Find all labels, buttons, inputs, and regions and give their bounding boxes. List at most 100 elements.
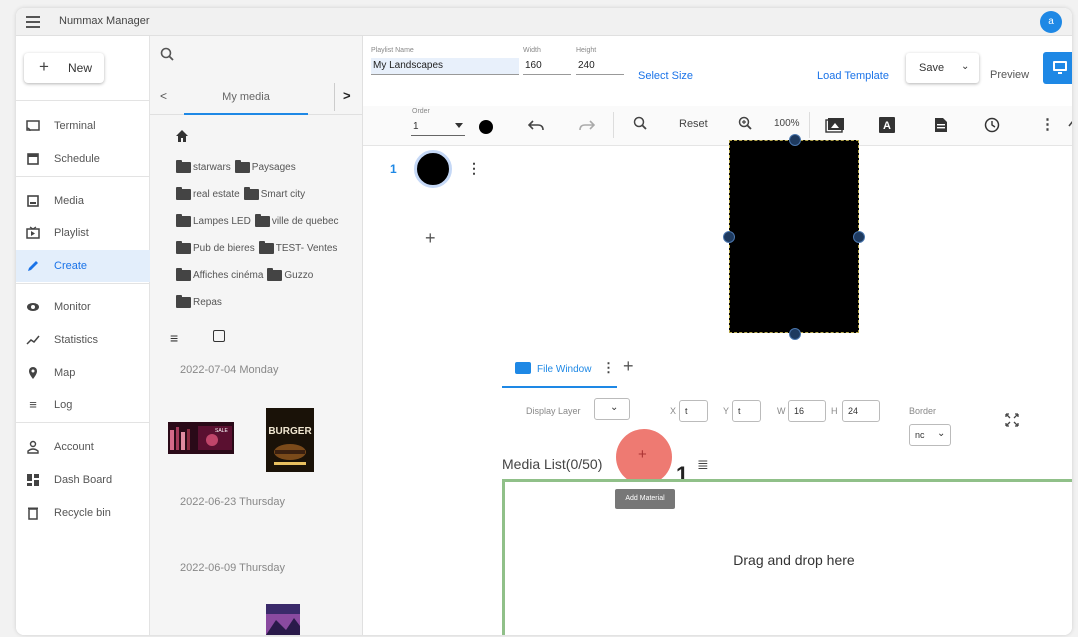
folder-icon	[267, 268, 283, 281]
width-input[interactable]: 160	[523, 58, 571, 75]
more-vertical-icon[interactable]: ⋮	[602, 360, 615, 376]
layer-menu-icon[interactable]: ⋮	[467, 160, 481, 177]
playlist-name-label: Playlist Name	[371, 47, 414, 54]
sidebar-item-statistics[interactable]: Statistics	[16, 324, 150, 356]
top-bar: Nummax Manager a	[16, 8, 1072, 36]
zoom-out-icon[interactable]	[633, 116, 647, 133]
add-material-button[interactable]: +	[616, 429, 672, 485]
folder-item[interactable]: ville de quebec	[254, 214, 339, 227]
tab-my-media[interactable]: My media	[184, 79, 308, 115]
h-input[interactable]: 24	[842, 400, 880, 422]
divider	[334, 83, 335, 111]
resize-handle[interactable]	[853, 231, 865, 243]
tab-file-window[interactable]: File Window ⋮	[502, 350, 617, 388]
clock-icon[interactable]	[984, 117, 1000, 136]
border-select[interactable]: nc ⌄	[909, 424, 951, 446]
media-panel: < My media > starwars Paysages real esta…	[150, 36, 363, 635]
media-thumbnail[interactable]	[266, 604, 300, 635]
chevron-down-icon[interactable]: ⌄	[961, 61, 969, 72]
folder-icon	[176, 295, 191, 308]
add-material-tooltip: Add Material	[615, 489, 675, 509]
monitor-icon	[1053, 61, 1067, 74]
folder-item[interactable]: Pub de bieres	[176, 241, 255, 254]
sidebar-item-map[interactable]: Map	[16, 357, 150, 389]
sidebar-item-playlist[interactable]: Playlist	[16, 217, 150, 249]
sidebar-item-log[interactable]: ≡ Log	[16, 389, 150, 421]
image-icon[interactable]	[825, 117, 845, 136]
load-template-button[interactable]: Load Template	[817, 70, 889, 82]
pencil-icon	[26, 259, 40, 273]
folder-item[interactable]: Smart city	[243, 187, 305, 200]
sidebar-item-monitor[interactable]: Monitor	[16, 291, 150, 323]
color-picker[interactable]	[479, 120, 493, 134]
add-layer-icon[interactable]: +	[425, 228, 436, 249]
chevron-left-icon[interactable]: <	[160, 89, 167, 103]
sidebar-item-create[interactable]: Create	[16, 250, 150, 282]
search-icon[interactable]	[160, 47, 174, 64]
media-dropzone[interactable]: Drag and drop here	[502, 479, 1072, 635]
hamburger-menu-icon[interactable]	[26, 16, 40, 28]
folder-icon	[176, 214, 191, 227]
folder-item[interactable]: Lampes LED	[176, 214, 251, 227]
avatar[interactable]: a	[1040, 11, 1062, 33]
undo-icon[interactable]	[527, 118, 544, 135]
height-input[interactable]: 240	[576, 58, 624, 75]
sidebar-nav: + New Terminal Schedule Media Playlist C…	[16, 36, 150, 635]
preview-button[interactable]: Preview	[990, 69, 1029, 81]
sidebar-item-label: Recycle bin	[54, 507, 111, 519]
add-window-icon[interactable]: +	[623, 356, 634, 377]
sidebar-item-recycle-bin[interactable]: Recycle bin	[16, 497, 150, 529]
fullscreen-icon[interactable]	[1005, 413, 1019, 430]
resize-handle[interactable]	[789, 134, 801, 146]
dropdown-arrow-icon	[455, 123, 463, 128]
folder-item[interactable]: real estate	[176, 187, 240, 200]
monitor-button[interactable]	[1043, 52, 1072, 84]
folder-label: Repas	[193, 297, 222, 308]
redo-icon[interactable]	[579, 118, 596, 135]
media-list-title: Media List(0/50)	[502, 456, 603, 472]
order-select[interactable]: 1	[411, 120, 465, 136]
zoom-in-icon[interactable]	[738, 116, 752, 133]
display-layer-select[interactable]: ⌄	[594, 398, 630, 420]
media-thumbnail[interactable]: BURGER	[266, 408, 314, 472]
display-layer-label: Display Layer	[526, 406, 581, 416]
folder-item[interactable]: Paysages	[234, 160, 296, 173]
folder-item[interactable]: Repas	[176, 295, 222, 308]
folder-item[interactable]: Guzzo	[267, 268, 313, 281]
chevron-up-icon[interactable]	[1068, 118, 1072, 130]
design-canvas[interactable]	[723, 134, 865, 340]
folder-item[interactable]: starwars	[176, 160, 231, 173]
reset-button[interactable]: Reset	[679, 118, 708, 130]
folder-item[interactable]: Affiches cinéma	[176, 268, 263, 281]
x-input[interactable]: t	[679, 400, 708, 422]
save-button[interactable]: Save ⌄	[906, 53, 979, 83]
sidebar-item-media[interactable]: Media	[16, 185, 150, 217]
list-view-icon[interactable]: ≡	[170, 330, 178, 346]
dropzone-text: Drag and drop here	[733, 552, 855, 568]
folder-icon	[176, 241, 191, 254]
new-button[interactable]: + New	[24, 53, 104, 83]
text-icon[interactable]: A	[879, 117, 895, 136]
folder-icon	[176, 160, 191, 173]
media-thumbnail[interactable]: SALE	[168, 422, 234, 454]
editor-toolbar: Order 1 Reset 100% A ⋮	[363, 106, 1072, 146]
w-input[interactable]: 16	[788, 400, 826, 422]
chevron-right-icon[interactable]: >	[343, 88, 351, 103]
resize-handle[interactable]	[789, 328, 801, 340]
layer-thumbnail[interactable]	[414, 150, 452, 188]
home-icon[interactable]	[174, 128, 190, 149]
more-vertical-icon[interactable]: ⋮	[1040, 115, 1055, 133]
folder-item[interactable]: TEST- Ventes	[258, 241, 337, 254]
sidebar-item-account[interactable]: Account	[16, 431, 150, 463]
sidebar-item-dashboard[interactable]: Dash Board	[16, 464, 150, 496]
sidebar-item-schedule[interactable]: Schedule	[16, 143, 150, 175]
playlist-name-input[interactable]: My Landscapes	[371, 58, 519, 75]
y-input[interactable]: t	[732, 400, 761, 422]
list-view-icon[interactable]: ≣	[697, 456, 709, 473]
document-icon[interactable]	[934, 117, 948, 136]
sidebar-item-terminal[interactable]: Terminal	[16, 110, 150, 142]
resize-handle[interactable]	[723, 231, 735, 243]
divider	[16, 100, 150, 101]
grid-view-icon[interactable]	[213, 330, 225, 342]
select-size-button[interactable]: Select Size	[638, 70, 693, 82]
